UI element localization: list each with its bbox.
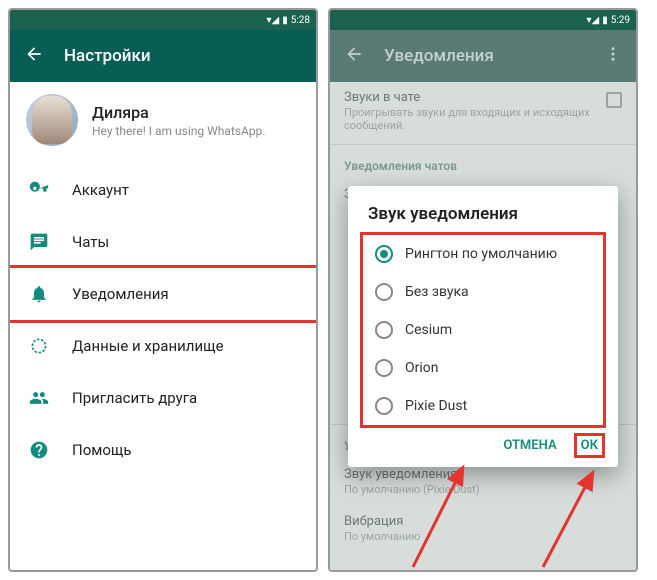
setting-title: Вибрация	[344, 514, 622, 529]
modal-title: Звук уведомления	[352, 204, 614, 232]
notifications-screen: Звуки в чате Проигрывать звуки для входя…	[330, 82, 636, 570]
sound-modal: Звук уведомления Рингтон по умолчанию Бе…	[348, 186, 618, 467]
avatar	[26, 94, 78, 146]
radio-list-highlight: Рингтон по умолчанию Без звука Cesium Or…	[360, 232, 606, 428]
radio-label: Orion	[405, 360, 439, 376]
settings-item-help[interactable]: Помощь	[10, 424, 316, 476]
vibration-row[interactable]: Вибрация По умолчанию	[330, 506, 636, 553]
key-icon	[28, 179, 50, 201]
radio-item-default[interactable]: Рингтон по умолчанию	[371, 235, 595, 273]
settings-item-chats[interactable]: Чаты	[10, 216, 316, 268]
settings-label: Данные и хранилище	[72, 337, 224, 355]
setting-sub: По умолчанию (Pixie Dust)	[344, 483, 622, 496]
app-bar-title: Уведомления	[384, 46, 494, 66]
cancel-button[interactable]: ОТМЕНА	[503, 438, 556, 453]
profile-name: Диляра	[92, 103, 300, 122]
app-bar: Уведомления	[330, 30, 636, 82]
settings-item-account[interactable]: Аккаунт	[10, 164, 316, 216]
settings-label: Аккаунт	[72, 181, 129, 199]
app-bar-title: Настройки	[64, 46, 151, 66]
modal-actions: ОТМЕНА ОК	[352, 428, 614, 459]
profile-info: Диляра Hey there! I am using WhatsApp.	[92, 103, 300, 138]
help-icon	[28, 439, 50, 461]
radio-icon	[375, 245, 393, 263]
settings-item-invite[interactable]: Пригласить друга	[10, 372, 316, 424]
radio-label: Рингтон по умолчанию	[405, 246, 557, 262]
ok-button[interactable]: ОК	[574, 433, 605, 458]
setting-sub: По умолчанию	[344, 530, 622, 543]
app-bar: Настройки	[10, 30, 316, 82]
settings-item-data[interactable]: Данные и хранилище	[10, 320, 316, 372]
radio-label: Cesium	[405, 322, 452, 338]
radio-item-pixie[interactable]: Pixie Dust	[371, 387, 595, 425]
profile-row[interactable]: Диляра Hey there! I am using WhatsApp.	[10, 82, 316, 158]
chat-sounds-row[interactable]: Звуки в чате Проигрывать звуки для входя…	[330, 82, 636, 142]
signal-icon: ▾◢	[266, 15, 279, 26]
phone-right: ▾◢ ▮ 5:29 Уведомления Звуки в чате Проиг…	[328, 8, 638, 572]
radio-icon	[375, 397, 393, 415]
radio-label: Pixie Dust	[405, 398, 467, 414]
menu-icon[interactable]	[604, 45, 622, 67]
divider	[330, 144, 636, 145]
back-icon[interactable]	[344, 44, 364, 68]
status-bar: ▾◢ ▮ 5:29	[330, 10, 636, 30]
settings-list: Аккаунт Чаты Уведомления Данные и хранил…	[10, 158, 316, 482]
radio-item-orion[interactable]: Orion	[371, 349, 595, 387]
radio-icon	[375, 359, 393, 377]
settings-label: Помощь	[72, 441, 132, 459]
settings-label: Пригласить друга	[72, 389, 197, 407]
radio-label: Без звука	[405, 284, 469, 300]
setting-title: Звук уведомления	[344, 467, 622, 482]
status-time: 5:28	[291, 15, 310, 26]
radio-icon	[375, 321, 393, 339]
signal-icon: ▾◢	[586, 15, 599, 26]
battery-icon: ▮	[602, 15, 608, 26]
chat-icon	[28, 231, 50, 253]
settings-item-notifications[interactable]: Уведомления	[8, 265, 318, 323]
phone-left: ▾◢ ▮ 5:28 Настройки Диляра Hey there! I …	[8, 8, 318, 572]
profile-status: Hey there! I am using WhatsApp.	[92, 124, 300, 138]
back-icon[interactable]	[24, 44, 44, 68]
settings-label: Уведомления	[72, 285, 169, 303]
status-bar: ▾◢ ▮ 5:28	[10, 10, 316, 30]
invite-icon	[28, 387, 50, 409]
setting-title: Звуки в чате	[344, 90, 606, 105]
radio-icon	[375, 283, 393, 301]
status-time: 5:29	[611, 15, 630, 26]
radio-item-none[interactable]: Без звука	[371, 273, 595, 311]
data-icon	[28, 335, 50, 357]
settings-label: Чаты	[72, 233, 109, 251]
radio-item-cesium[interactable]: Cesium	[371, 311, 595, 349]
battery-icon: ▮	[282, 15, 288, 26]
bell-icon	[28, 283, 50, 305]
section-header-chats: Уведомления чатов	[330, 147, 636, 179]
setting-sub: Проигрывать звуки для входящих и исходящ…	[344, 106, 606, 132]
checkbox[interactable]	[606, 92, 622, 108]
